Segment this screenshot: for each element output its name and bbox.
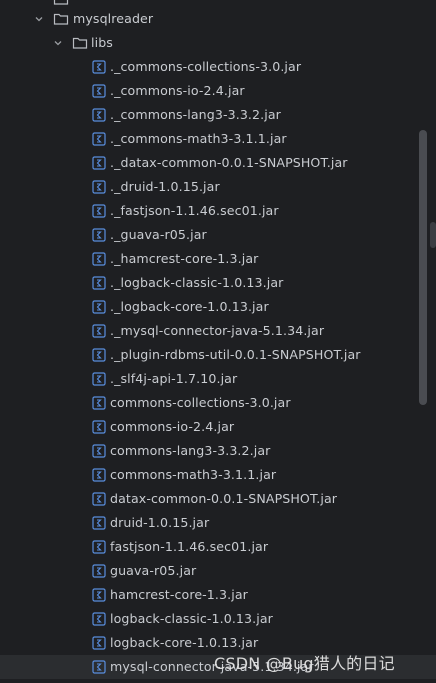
chevron-down-icon[interactable] bbox=[53, 38, 63, 48]
tree-file-row[interactable]: ._druid-1.0.15.jar bbox=[0, 175, 418, 199]
jar-archive-icon bbox=[92, 252, 106, 266]
jar-archive-icon bbox=[92, 276, 106, 290]
jar-archive-icon bbox=[92, 540, 106, 554]
tree-file-row[interactable]: ._commons-lang3-3.3.2.jar bbox=[0, 103, 418, 127]
jar-archive-icon bbox=[92, 492, 106, 506]
file-label: ._commons-math3-3.1.1.jar bbox=[110, 131, 287, 146]
tree-folder-mysqlreader[interactable]: mysqlreader bbox=[0, 7, 418, 31]
file-label: ._commons-collections-3.0.jar bbox=[110, 59, 302, 74]
jar-archive-icon bbox=[92, 348, 106, 362]
chevron-down-icon[interactable] bbox=[34, 14, 44, 24]
tree-file-row[interactable]: ._commons-math3-3.1.1.jar bbox=[0, 127, 418, 151]
jar-archive-icon bbox=[92, 132, 106, 146]
jar-archive-icon bbox=[92, 564, 106, 578]
jar-archive-icon bbox=[92, 636, 106, 650]
file-label: ._commons-lang3-3.3.2.jar bbox=[110, 107, 281, 122]
jar-archive-icon bbox=[92, 324, 106, 338]
folder-label: mysqlreader bbox=[73, 11, 154, 26]
jar-archive-icon bbox=[92, 660, 106, 674]
file-label: ._datax-common-0.0.1-SNAPSHOT.jar bbox=[110, 155, 348, 170]
jar-archive-icon bbox=[92, 108, 106, 122]
jar-archive-icon bbox=[92, 444, 106, 458]
tree-file-row[interactable]: commons-lang3-3.3.2.jar bbox=[0, 439, 418, 463]
tree-file-row[interactable]: ._datax-common-0.0.1-SNAPSHOT.jar bbox=[0, 151, 418, 175]
jar-archive-icon bbox=[92, 396, 106, 410]
vertical-scrollbar-thumb[interactable] bbox=[419, 130, 427, 405]
jar-archive-icon bbox=[92, 372, 106, 386]
file-label: commons-lang3-3.3.2.jar bbox=[110, 443, 271, 458]
folder-icon bbox=[53, 0, 69, 7]
file-label: ._plugin-rdbms-util-0.0.1-SNAPSHOT.jar bbox=[110, 347, 361, 362]
tree-file-row[interactable]: ._plugin-rdbms-util-0.0.1-SNAPSHOT.jar bbox=[0, 343, 418, 367]
tree-file-row[interactable]: commons-collections-3.0.jar bbox=[0, 391, 418, 415]
file-label: hamcrest-core-1.3.jar bbox=[110, 587, 248, 602]
tree-file-row[interactable]: ._commons-collections-3.0.jar bbox=[0, 55, 418, 79]
file-label: ._hamcrest-core-1.3.jar bbox=[110, 251, 259, 266]
tree-file-row[interactable]: ._mysql-connector-java-5.1.34.jar bbox=[0, 319, 418, 343]
tree-file-row[interactable]: commons-math3-3.1.1.jar bbox=[0, 463, 418, 487]
tree-file-row[interactable]: ._logback-core-1.0.13.jar bbox=[0, 295, 418, 319]
project-tree: ... mysqlreader libs ._commons-collectio… bbox=[0, 0, 436, 683]
file-label: guava-r05.jar bbox=[110, 563, 197, 578]
tree-file-row[interactable]: logback-classic-1.0.13.jar bbox=[0, 607, 418, 631]
watermark: CSDN @Bug猎人的日记 bbox=[214, 654, 395, 673]
jar-archive-icon bbox=[92, 180, 106, 194]
file-label: druid-1.0.15.jar bbox=[110, 515, 210, 530]
tree-file-row[interactable]: datax-common-0.0.1-SNAPSHOT.jar bbox=[0, 487, 418, 511]
jar-archive-icon bbox=[92, 588, 106, 602]
file-label: ._logback-core-1.0.13.jar bbox=[110, 299, 269, 314]
folder-icon bbox=[72, 35, 88, 51]
tree-file-row[interactable]: ._logback-classic-1.0.13.jar bbox=[0, 271, 418, 295]
secondary-scrollbar-thumb[interactable] bbox=[430, 222, 436, 248]
tree-file-row[interactable]: commons-io-2.4.jar bbox=[0, 415, 418, 439]
file-label: ._mysql-connector-java-5.1.34.jar bbox=[110, 323, 325, 338]
jar-archive-icon bbox=[92, 516, 106, 530]
file-label: ._fastjson-1.1.46.sec01.jar bbox=[110, 203, 279, 218]
file-label: ._slf4j-api-1.7.10.jar bbox=[110, 371, 238, 386]
file-label: commons-io-2.4.jar bbox=[110, 419, 235, 434]
tree-file-row[interactable]: ._hamcrest-core-1.3.jar bbox=[0, 247, 418, 271]
jar-archive-icon bbox=[92, 468, 106, 482]
tree-file-row[interactable]: hamcrest-core-1.3.jar bbox=[0, 583, 418, 607]
tree-file-row[interactable]: ._commons-io-2.4.jar bbox=[0, 79, 418, 103]
tree-file-row[interactable]: guava-r05.jar bbox=[0, 559, 418, 583]
file-label: commons-math3-3.1.1.jar bbox=[110, 467, 277, 482]
folder-label: libs bbox=[91, 35, 113, 50]
jar-archive-icon bbox=[92, 300, 106, 314]
folder-icon bbox=[53, 11, 69, 27]
tree-file-row[interactable]: ._fastjson-1.1.46.sec01.jar bbox=[0, 199, 418, 223]
tree-file-row[interactable]: druid-1.0.15.jar bbox=[0, 511, 418, 535]
jar-archive-icon bbox=[92, 156, 106, 170]
file-label: datax-common-0.0.1-SNAPSHOT.jar bbox=[110, 491, 338, 506]
tree-folder-libs[interactable]: libs bbox=[0, 31, 418, 55]
tree-row-label: ... bbox=[76, 0, 136, 4]
jar-archive-icon bbox=[92, 60, 106, 74]
tree-file-row[interactable]: fastjson-1.1.46.sec01.jar bbox=[0, 535, 418, 559]
jar-archive-icon bbox=[92, 228, 106, 242]
jar-archive-icon bbox=[92, 84, 106, 98]
jar-archive-icon bbox=[92, 204, 106, 218]
file-label: fastjson-1.1.46.sec01.jar bbox=[110, 539, 269, 554]
file-label: ._guava-r05.jar bbox=[110, 227, 207, 242]
tree-file-row[interactable]: ._guava-r05.jar bbox=[0, 223, 418, 247]
file-label: commons-collections-3.0.jar bbox=[110, 395, 291, 410]
tree-file-row[interactable]: ._slf4j-api-1.7.10.jar bbox=[0, 367, 418, 391]
file-label: logback-classic-1.0.13.jar bbox=[110, 611, 273, 626]
jar-archive-icon bbox=[92, 420, 106, 434]
file-label: ._commons-io-2.4.jar bbox=[110, 83, 245, 98]
file-label: ._logback-classic-1.0.13.jar bbox=[110, 275, 284, 290]
file-label: ._druid-1.0.15.jar bbox=[110, 179, 220, 194]
jar-archive-icon bbox=[92, 612, 106, 626]
